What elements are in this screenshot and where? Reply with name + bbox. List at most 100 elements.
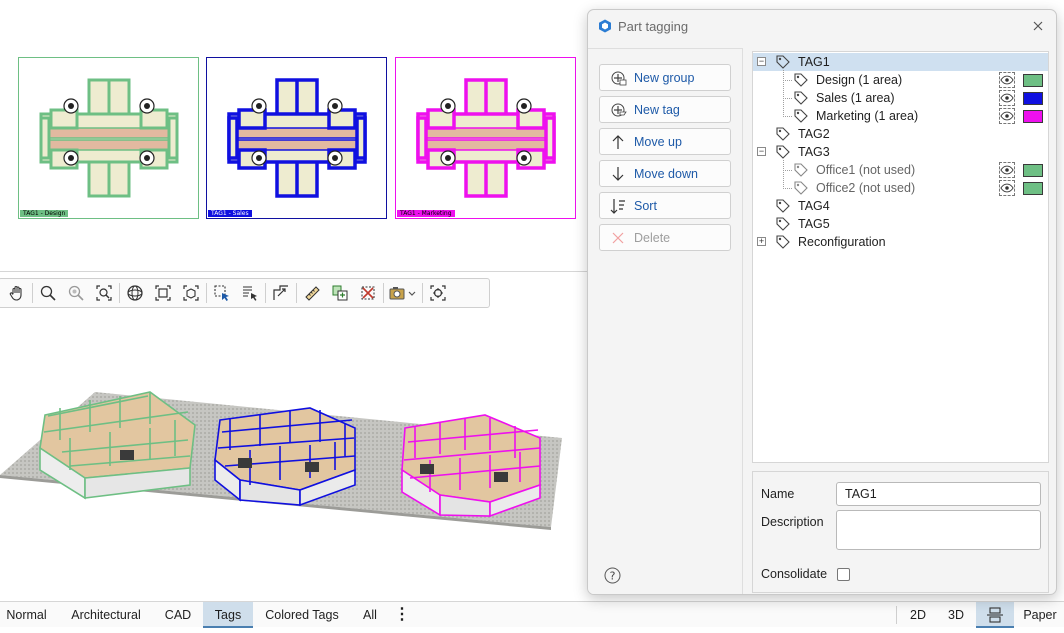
3d-view[interactable]	[0, 320, 590, 600]
close-icon[interactable]	[1030, 18, 1046, 34]
orbit-icon[interactable]	[121, 280, 149, 306]
tree-connector	[783, 188, 792, 189]
tree-connector	[783, 170, 792, 171]
tab-all[interactable]: All	[352, 602, 388, 628]
tree-row-design[interactable]: Design (1 area)	[753, 71, 1048, 89]
visibility-eye-icon[interactable]	[999, 90, 1015, 106]
zoom-selection-icon[interactable]	[177, 280, 205, 306]
tree-row-tag4[interactable]: TAG4	[753, 197, 1048, 215]
color-swatch[interactable]	[1023, 74, 1043, 87]
zoom-in-icon[interactable]	[62, 280, 90, 306]
plan-thumbnail-marketing[interactable]: TAG1 - Marketing	[395, 57, 576, 219]
arrow-down-icon	[607, 164, 629, 184]
tab-colored-tags[interactable]: Colored Tags	[260, 602, 344, 628]
toolbar-separator	[296, 283, 297, 303]
new-group-button[interactable]: New group	[599, 64, 731, 91]
split-view-icon[interactable]	[976, 602, 1014, 628]
color-swatch[interactable]	[1023, 92, 1043, 105]
svg-text:?: ?	[610, 570, 616, 583]
description-input[interactable]	[836, 510, 1041, 550]
tag-icon	[794, 91, 808, 105]
collapse-icon[interactable]: −	[757, 147, 766, 156]
tab-architectural[interactable]: Architectural	[62, 602, 150, 628]
tree-row-office1[interactable]: Office1 (not used)	[753, 161, 1048, 179]
help-icon[interactable]: ?	[604, 567, 621, 584]
tag-icon	[794, 163, 808, 177]
section-icon[interactable]	[267, 280, 295, 306]
tree-row-tag2[interactable]: TAG2	[753, 125, 1048, 143]
view-toolbar	[0, 278, 490, 308]
plan-thumbnail-sales[interactable]: TAG1 - Sales	[206, 57, 387, 219]
delete-icon[interactable]	[354, 280, 382, 306]
sort-label: Sort	[634, 198, 657, 213]
consolidate-checkbox[interactable]	[837, 568, 850, 581]
visibility-eye-icon[interactable]	[999, 72, 1015, 88]
sort-button[interactable]: Sort	[599, 192, 731, 219]
description-label: Description	[761, 515, 824, 529]
view-2d-button[interactable]: 2D	[902, 602, 934, 628]
dialog-title: Part tagging	[618, 19, 689, 34]
view-tab-bar: Normal Architectural CAD Tags Colored Ta…	[0, 601, 1064, 628]
tab-normal[interactable]: Normal	[0, 602, 53, 628]
delete-button[interactable]: Delete	[599, 224, 731, 251]
visibility-eye-icon[interactable]	[999, 162, 1015, 178]
expand-icon[interactable]: +	[757, 237, 766, 246]
tag-icon	[776, 127, 790, 141]
toolbar-separator	[206, 283, 207, 303]
tree-item-label: Reconfiguration	[798, 235, 886, 249]
tree-row-office2[interactable]: Office2 (not used)	[753, 179, 1048, 197]
camera-icon[interactable]	[385, 280, 421, 306]
zoom-icon[interactable]	[34, 280, 62, 306]
office-layout-plan-icon	[39, 78, 179, 198]
more-tabs-icon[interactable]: ⋮	[392, 602, 412, 628]
consolidate-label: Consolidate	[761, 567, 828, 581]
measure-icon[interactable]	[298, 280, 326, 306]
tab-tags[interactable]: Tags	[203, 602, 253, 628]
tree-row-sales[interactable]: Sales (1 area)	[753, 89, 1048, 107]
view-paper-button[interactable]: Paper	[1018, 602, 1062, 628]
plan-thumbnail-design[interactable]: TAG1 - Design	[18, 57, 199, 219]
plan-view-area[interactable]: TAG1 - Design TAG1 - Sales TAG1 - Market…	[0, 0, 590, 272]
tab-cad[interactable]: CAD	[158, 602, 198, 628]
tree-row-marketing[interactable]: Marketing (1 area)	[753, 107, 1048, 125]
view-divider	[0, 271, 590, 272]
tree-item-label: TAG4	[798, 199, 830, 213]
tree-row-tag3[interactable]: − TAG3	[753, 143, 1048, 161]
copy-paste-icon[interactable]	[326, 280, 354, 306]
tag-icon	[776, 217, 790, 231]
color-swatch[interactable]	[1023, 182, 1043, 195]
visibility-eye-icon[interactable]	[999, 108, 1015, 124]
locate-icon[interactable]	[424, 280, 452, 306]
tree-connector	[783, 98, 792, 99]
select-window-icon[interactable]	[208, 280, 236, 306]
select-list-icon[interactable]	[236, 280, 264, 306]
toolbar-separator	[422, 283, 423, 303]
arrow-up-icon	[607, 132, 629, 152]
visibility-eye-icon[interactable]	[999, 180, 1015, 196]
tag-properties-panel: Name TAG1 Description Consolidate	[752, 471, 1049, 593]
tree-item-label: Office1 (not used)	[816, 163, 916, 177]
tree-row-tag5[interactable]: TAG5	[753, 215, 1048, 233]
move-down-button[interactable]: Move down	[599, 160, 731, 187]
view-3d-button[interactable]: 3D	[940, 602, 972, 628]
dialog-actions-panel: New group New tag Move up Move down Sort	[588, 48, 743, 594]
office-layout-plan-icon	[416, 78, 556, 198]
plan-label: TAG1 - Design	[20, 210, 69, 217]
name-input[interactable]: TAG1	[836, 482, 1041, 506]
tag-icon	[794, 109, 808, 123]
tree-row-tag1[interactable]: − TAG1	[753, 53, 1048, 71]
move-up-button[interactable]: Move up	[599, 128, 731, 155]
zoom-extents-icon[interactable]	[90, 280, 118, 306]
tree-item-label: Design (1 area)	[816, 73, 903, 87]
color-swatch[interactable]	[1023, 164, 1043, 177]
app-logo-icon	[599, 19, 611, 33]
color-swatch[interactable]	[1023, 110, 1043, 123]
hand-pan-icon[interactable]	[3, 280, 31, 306]
collapse-icon[interactable]: −	[757, 57, 766, 66]
zoom-window-icon[interactable]	[149, 280, 177, 306]
tree-row-reconfiguration[interactable]: + Reconfiguration	[753, 233, 1048, 251]
tag-icon	[794, 73, 808, 87]
part-tagging-dialog: Part tagging New group New tag Move up M…	[587, 9, 1057, 595]
new-tag-button[interactable]: New tag	[599, 96, 731, 123]
tag-tree[interactable]: − TAG1 Design (1 area) Sales (1 area) Ma…	[752, 51, 1049, 463]
